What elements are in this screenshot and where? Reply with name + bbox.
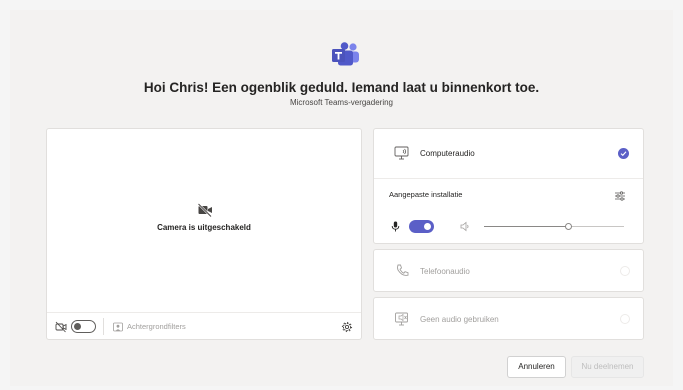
selected-check-icon bbox=[618, 148, 629, 159]
phone-audio-option[interactable]: Telefoonaudio bbox=[373, 249, 644, 292]
phone-audio-radio bbox=[620, 266, 630, 276]
waiting-message: Hoi Chris! Een ogenblik geduld. Iemand l… bbox=[143, 80, 540, 95]
microphone-toggle[interactable] bbox=[409, 220, 434, 233]
camera-off-small-icon bbox=[55, 321, 67, 333]
phone-audio-label: Telefoonaudio bbox=[420, 267, 470, 276]
toolbar-divider bbox=[103, 318, 104, 335]
card-divider bbox=[374, 178, 643, 179]
camera-off-text: Camera is uitgeschakeld bbox=[157, 223, 251, 232]
background-filters-button[interactable]: Achtergrondfilters bbox=[127, 322, 186, 331]
gear-icon[interactable] bbox=[341, 321, 353, 333]
no-audio-radio bbox=[620, 314, 630, 324]
no-audio-label: Geen audio gebruiken bbox=[420, 315, 499, 324]
camera-toggle[interactable] bbox=[71, 320, 96, 333]
speaker-volume-slider[interactable] bbox=[484, 223, 624, 230]
speaker-icon bbox=[460, 221, 469, 232]
audio-settings-icon[interactable] bbox=[614, 190, 626, 202]
background-filters-icon bbox=[113, 322, 123, 332]
cancel-button[interactable]: Annuleren bbox=[507, 356, 566, 378]
microphone-icon bbox=[391, 221, 400, 232]
join-now-button[interactable]: Nu deelnemen bbox=[571, 356, 644, 378]
custom-setup-label: Aangepaste installatie bbox=[389, 190, 463, 199]
computer-audio-icon bbox=[394, 146, 409, 160]
phone-icon bbox=[397, 264, 409, 276]
meeting-type-label: Microsoft Teams-vergadering bbox=[289, 98, 393, 107]
volume-fill bbox=[484, 226, 568, 227]
camera-off-icon bbox=[197, 203, 212, 218]
no-audio-option[interactable]: Geen audio gebruiken bbox=[373, 297, 644, 340]
teams-logo bbox=[332, 42, 359, 66]
computer-audio-option[interactable]: Computeraudio Aangepaste installatie bbox=[373, 128, 644, 244]
video-preview: Camera is uitgeschakeld Achtergrondfilte… bbox=[46, 128, 362, 340]
video-toolbar: Achtergrondfilters bbox=[47, 312, 361, 340]
no-audio-icon bbox=[395, 312, 408, 326]
computer-audio-label: Computeraudio bbox=[420, 149, 475, 158]
volume-thumb[interactable] bbox=[565, 223, 572, 230]
